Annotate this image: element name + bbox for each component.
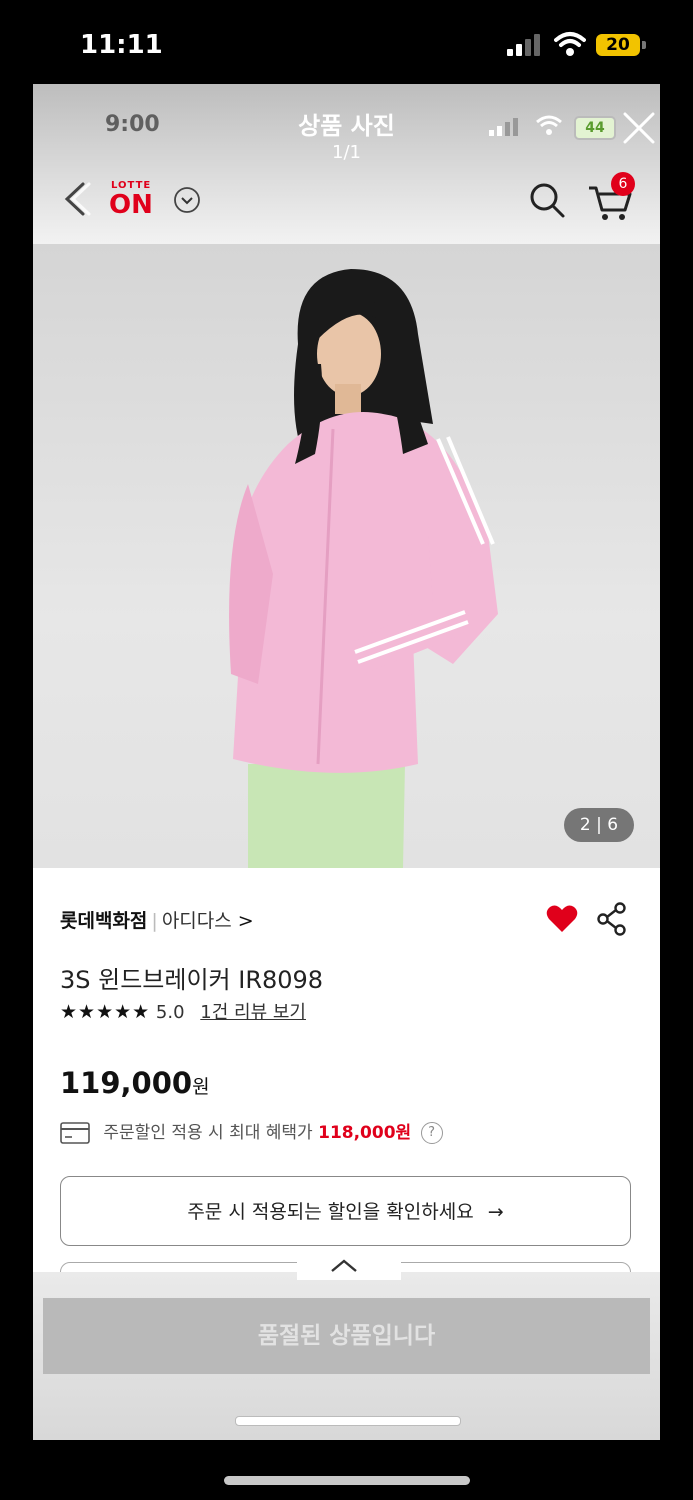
wifi-icon bbox=[554, 32, 586, 56]
heart-icon[interactable] bbox=[545, 902, 579, 936]
product-image[interactable] bbox=[33, 244, 660, 868]
benefit-text: 주문할인 적용 시 최대 혜택가 bbox=[103, 1123, 313, 1143]
check-discount-button[interactable]: 주문 시 적용되는 할인을 확인하세요 → bbox=[60, 1176, 631, 1246]
benefit-price: 118,000원 bbox=[318, 1123, 412, 1143]
price-value: 119,000 bbox=[60, 1066, 193, 1100]
cellular-signal-icon bbox=[507, 34, 540, 56]
close-icon[interactable] bbox=[621, 110, 657, 146]
check-discount-label: 주문 시 적용되는 할인을 확인하세요 bbox=[187, 1201, 474, 1223]
cart-count-badge: 6 bbox=[611, 172, 635, 196]
star-rating-icon: ★★★★★ bbox=[60, 1001, 151, 1023]
share-icon[interactable] bbox=[596, 902, 628, 936]
review-link[interactable]: 1건 리뷰 보기 bbox=[200, 1002, 306, 1023]
search-icon[interactable] bbox=[527, 180, 567, 220]
brand-row: 롯데백화점 | 아디다스 > bbox=[60, 906, 254, 933]
lotte-on-logo[interactable]: LOTTE ON bbox=[109, 174, 161, 226]
inner-battery-icon: 44 bbox=[574, 116, 616, 140]
price-unit: 원 bbox=[192, 1076, 210, 1098]
chevron-up-icon[interactable] bbox=[329, 1256, 359, 1276]
brand-link[interactable]: 아디다스 bbox=[162, 910, 232, 932]
battery-icon: 20 bbox=[596, 34, 640, 56]
image-page-indicator: 2 | 6 bbox=[564, 808, 634, 842]
sold-out-button: 품절된 상품입니다 bbox=[43, 1298, 650, 1374]
inner-wifi-icon bbox=[536, 115, 562, 135]
viewer-photo-counter: 1/1 bbox=[332, 142, 361, 163]
product-photo-illustration bbox=[229, 269, 498, 868]
photo-viewer-frame: 9:00 상품 사진 1/1 44 LOTTE ON 6 2 | 6 롯데백화점… bbox=[33, 84, 660, 1440]
benefit-row: 주문할인 적용 시 최대 혜택가 118,000원 ? bbox=[60, 1118, 443, 1144]
chevron-down-icon[interactable] bbox=[173, 186, 201, 214]
status-bar: 11:11 20 bbox=[0, 0, 693, 86]
arrow-right-icon: → bbox=[487, 1201, 504, 1223]
app-bar: LOTTE ON 6 bbox=[33, 164, 660, 242]
rating-row: ★★★★★ 5.0 1건 리뷰 보기 bbox=[60, 998, 306, 1028]
inner-home-indicator bbox=[235, 1416, 461, 1426]
help-icon[interactable]: ? bbox=[420, 1122, 443, 1144]
price: 119,000원 bbox=[60, 1066, 210, 1100]
credit-card-icon bbox=[60, 1122, 90, 1144]
battery-tip bbox=[642, 41, 646, 49]
back-arrow-icon[interactable] bbox=[57, 178, 97, 220]
chevron-right-icon[interactable]: > bbox=[238, 910, 254, 932]
home-indicator[interactable] bbox=[224, 1476, 470, 1485]
divider: | bbox=[151, 910, 158, 932]
rating-value: 5.0 bbox=[155, 1002, 185, 1023]
product-name: 3S 윈드브레이커 IR8098 bbox=[60, 966, 324, 994]
status-time: 11:11 bbox=[80, 30, 163, 60]
store-name[interactable]: 롯데백화점 bbox=[60, 910, 147, 932]
inner-cellular-icon bbox=[489, 118, 518, 136]
viewer-title: 상품 사진 bbox=[298, 112, 395, 140]
